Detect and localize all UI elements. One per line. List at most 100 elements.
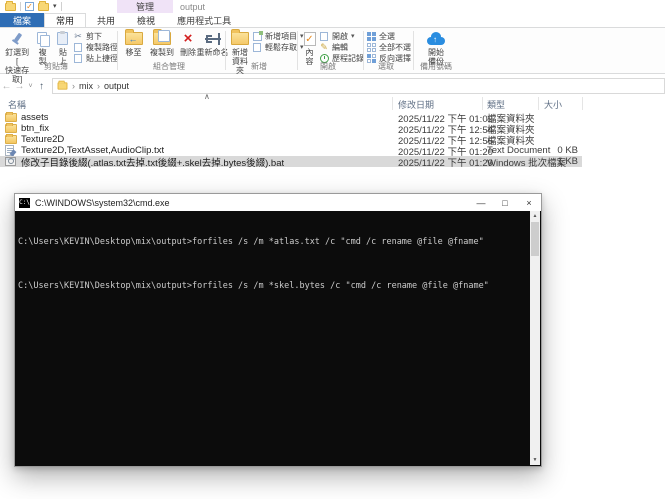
copy-to-button[interactable]: 複製到 (147, 30, 177, 57)
window-title: output (180, 2, 205, 12)
cut-icon: ✂ (73, 31, 83, 41)
list-rows: assets 2025/11/22 下午 01:02 檔案資料夾 btn_fix… (0, 112, 665, 167)
properties-icon: ✓ (304, 32, 316, 46)
quick-access-toolbar: ✓ ▾ (0, 0, 62, 13)
scroll-down-icon[interactable]: ▼ (530, 455, 540, 465)
table-row[interactable]: assets 2025/11/22 下午 01:02 檔案資料夾 (0, 112, 665, 123)
cmd-titlebar[interactable]: C:\ C:\WINDOWS\system32\cmd.exe — □ × (15, 194, 541, 211)
copy-to-icon (153, 32, 171, 45)
minimize-button[interactable]: — (469, 194, 493, 211)
tab-file[interactable]: 檔案 (0, 13, 44, 27)
column-divider[interactable] (582, 97, 583, 110)
select-all-label: 全選 (379, 31, 395, 42)
new-item-icon (253, 32, 262, 41)
navigation-bar: ← → ˅ ↑ › mix › output (0, 76, 665, 96)
move-to-label: 移至 (126, 48, 142, 57)
ribbon-group-new: 新增 資料夾 新增項目 ▾ 輕鬆存取 ▾ (228, 28, 298, 73)
divider (225, 31, 226, 70)
group-label-new: 新增 (228, 61, 290, 72)
delete-label: 刪除 (180, 48, 196, 57)
cut-button[interactable]: ✂ 剪下 (73, 31, 118, 41)
table-row-selected[interactable]: 修改子目錄後綴(.atlas.txt去掉.txt後綴+.skel去掉.bytes… (0, 156, 582, 167)
rename-label: 重新命名 (197, 48, 229, 57)
file-list: ∧ 名稱 修改日期 類型 大小 assets 2025/11/22 下午 01:… (0, 96, 665, 167)
pin-icon (10, 32, 24, 46)
breadcrumb-output[interactable]: output (104, 81, 129, 91)
column-header-type[interactable]: 類型 (487, 98, 505, 111)
group-label-organize: 組合管理 (120, 61, 218, 72)
file-size: 1 KB (500, 156, 578, 167)
tab-view[interactable]: 檢視 (126, 13, 166, 27)
up-button[interactable]: ↑ (35, 81, 48, 92)
easy-access-icon (253, 43, 261, 52)
properties-quick-icon[interactable]: ✓ (25, 2, 34, 11)
column-divider[interactable] (538, 97, 539, 110)
recent-locations-dropdown[interactable]: ˅ (26, 83, 35, 90)
list-header: ∧ 名稱 修改日期 類型 大小 (0, 96, 665, 111)
divider (297, 31, 298, 70)
ribbon-group-select: 全選 全部不選 反向選擇 選取 (366, 28, 414, 73)
file-modified: 2025/11/22 下午 01:29 (398, 155, 493, 169)
cmd-console-output[interactable]: C:\Users\KEVIN\Desktop\mix\output>forfil… (16, 211, 530, 465)
divider (117, 31, 118, 70)
cmd-window[interactable]: C:\ C:\WINDOWS\system32\cmd.exe — □ × C:… (14, 193, 542, 467)
breadcrumb-mix[interactable]: mix (79, 81, 93, 91)
new-folder-icon (231, 32, 249, 45)
easy-access-button[interactable]: 輕鬆存取 ▾ (252, 42, 304, 52)
scroll-up-icon[interactable]: ▲ (530, 211, 540, 221)
quick-access-dropdown-icon[interactable]: ▾ (53, 2, 57, 12)
scrollbar-thumb[interactable] (531, 222, 539, 256)
select-small-buttons: 全選 全部不選 反向選擇 (366, 30, 411, 63)
column-divider[interactable] (482, 97, 483, 110)
sort-ascending-icon: ∧ (204, 92, 210, 101)
new-folder-quick-icon[interactable] (38, 3, 49, 11)
open-button[interactable]: 開啟 ▾ (319, 31, 364, 41)
tab-app-tools[interactable]: 應用程式工具 (166, 13, 242, 27)
explorer-titlebar[interactable]: ✓ ▾ 管理 output (0, 0, 665, 13)
group-label-backup: 備用號碼 (416, 61, 456, 72)
copy-path-label: 複製路徑 (86, 42, 118, 53)
column-header-size[interactable]: 大小 (544, 98, 562, 111)
folder-icon (5, 124, 17, 133)
tab-home[interactable]: 常用 (44, 13, 86, 27)
column-header-name[interactable]: 名稱 (8, 98, 26, 111)
address-bar[interactable]: › mix › output (52, 78, 665, 94)
desktop: ✓ ▾ 管理 output 檔案 常用 共用 檢視 應用程式工具 (0, 0, 665, 499)
start-backup-label-1: 開始 (428, 48, 444, 57)
back-button[interactable]: ← (0, 81, 13, 92)
copy-icon (37, 32, 49, 45)
rename-button[interactable]: 重新命名 (199, 30, 226, 57)
table-row[interactable]: Texture2D 2025/11/22 下午 12:56 檔案資料夾 (0, 134, 665, 145)
clipboard-small-buttons: ✂ 剪下 複製路徑 貼上捷徑 (73, 30, 118, 63)
move-to-icon: ← (125, 32, 143, 45)
folder-icon (5, 113, 17, 122)
new-folder-label-1: 新增 (232, 48, 248, 57)
new-item-button[interactable]: 新增項目 ▾ (252, 31, 304, 41)
rename-icon (205, 33, 221, 45)
close-button[interactable]: × (517, 194, 541, 211)
move-to-button[interactable]: ← 移至 (120, 30, 147, 57)
select-all-button[interactable]: 全選 (366, 31, 411, 41)
cmd-scrollbar[interactable]: ▲ ▼ (530, 211, 540, 465)
new-item-label: 新增項目 (265, 31, 297, 42)
edit-button[interactable]: ✎ 編輯 (319, 42, 364, 52)
ribbon-group-open: ✓ 內容 開啟 ▾ ✎ 編輯 (300, 28, 364, 73)
onedrive-cloud-icon: ↑ (425, 31, 447, 46)
file-name: assets (21, 112, 48, 123)
column-header-modified[interactable]: 修改日期 (398, 98, 434, 111)
select-none-button[interactable]: 全部不選 (366, 42, 411, 52)
divider (413, 31, 414, 70)
easy-access-label: 輕鬆存取 (265, 42, 297, 53)
file-name: btn_fix (21, 123, 49, 134)
column-divider[interactable] (392, 97, 393, 110)
forward-button[interactable]: → (13, 81, 26, 92)
copy-path-button[interactable]: 複製路徑 (73, 42, 118, 52)
chevron-down-icon: ▾ (351, 32, 355, 40)
window-folder-icon (5, 3, 16, 11)
table-row[interactable]: btn_fix 2025/11/22 下午 12:54 檔案資料夾 (0, 123, 665, 134)
cmd-app-icon: C:\ (19, 198, 30, 208)
maximize-button[interactable]: □ (493, 194, 517, 211)
tab-share[interactable]: 共用 (86, 13, 126, 27)
copy-path-icon (74, 43, 82, 52)
cmd-command-line-2: C:\Users\KEVIN\Desktop\mix\output>forfil… (18, 281, 528, 292)
